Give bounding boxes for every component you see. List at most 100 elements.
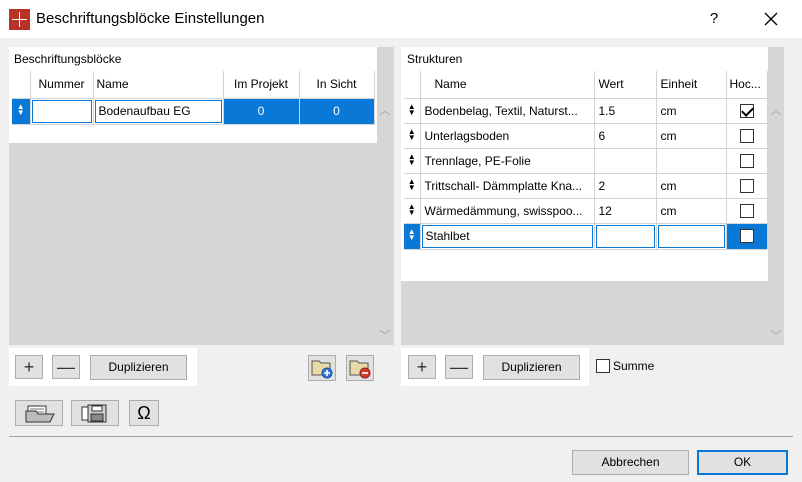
cell-wert[interactable]: 6 (594, 123, 657, 149)
row-drag-handle[interactable]: ▲ ▼ (404, 173, 421, 199)
row-drag-handle[interactable]: ▲ ▼ (404, 198, 421, 224)
table-row[interactable]: ▲ ▼ Bodenbelag, Textil, Naturst... 1.5 cm (404, 98, 768, 124)
col-header-einheit[interactable]: Einheit (656, 71, 727, 99)
summe-checkbox[interactable] (596, 358, 610, 373)
name-field[interactable]: Stahlbet (421, 224, 593, 248)
cell-name[interactable]: Bodenbelag, Textil, Naturst... (420, 98, 595, 124)
sort-header (12, 71, 31, 99)
cell-einheit[interactable] (656, 223, 727, 250)
hoc-checkbox[interactable] (739, 203, 754, 218)
footer-divider (9, 436, 793, 437)
col-header-name[interactable]: Name (93, 71, 224, 99)
cell-name[interactable]: Unterlagsboden (420, 123, 595, 149)
row-drag-handle[interactable]: ▲ ▼ (12, 98, 31, 125)
scroll-down-icon[interactable]: ﹀ (377, 327, 393, 343)
cell-in-sicht: 0 (299, 98, 375, 125)
updown-icon: ▲ ▼ (407, 151, 416, 167)
duplicate-label-button[interactable]: Duplizieren (90, 355, 187, 380)
col-header-im-projekt[interactable]: Im Projekt (223, 71, 300, 99)
title-bar: Beschriftungsblöcke Einstellungen ? (0, 0, 802, 38)
close-button[interactable] (757, 8, 785, 30)
cancel-button[interactable]: Abbrechen (572, 450, 689, 475)
hoc-checkbox[interactable] (739, 128, 754, 143)
cell-hoc[interactable] (726, 223, 768, 250)
summe-option[interactable]: Summe (596, 358, 654, 373)
cell-im-projekt: 0 (223, 98, 300, 125)
updown-icon: ▲ ▼ (407, 101, 416, 117)
cell-wert[interactable] (594, 223, 657, 250)
hoc-checkbox[interactable] (739, 229, 754, 244)
folder-remove-button[interactable] (346, 355, 374, 381)
left-scrollbar[interactable]: ︿ ﹀ (377, 47, 393, 345)
cell-wert[interactable]: 1.5 (594, 98, 657, 124)
cell-hoc[interactable] (726, 198, 768, 224)
cell-name[interactable]: Bodenaufbau EG (93, 98, 224, 125)
cell-wert[interactable]: 12 (594, 198, 657, 224)
col-header-wert[interactable]: Wert (594, 71, 657, 99)
table-row[interactable]: ▲ ▼ Trittschall- Dämmplatte Kna... 2 cm (404, 173, 768, 199)
row-drag-handle[interactable]: ▲ ▼ (404, 223, 421, 250)
scroll-down-icon[interactable]: ﹀ (768, 327, 784, 343)
remove-structure-button[interactable]: — (445, 355, 473, 379)
col-header-nummer[interactable]: Nummer (30, 71, 94, 99)
row-drag-handle[interactable]: ▲ ▼ (404, 98, 421, 124)
table-row[interactable]: ▲ ▼ Stahlbet (404, 223, 768, 250)
help-button[interactable]: ? (700, 8, 728, 30)
cell-wert[interactable]: 2 (594, 173, 657, 199)
table-row[interactable]: ▲ ▼ Unterlagsboden 6 cm (404, 123, 768, 149)
table-row[interactable]: ▲ ▼ Bodenaufbau EG 0 0 (12, 98, 375, 125)
cell-einheit[interactable]: cm (656, 173, 727, 199)
special-character-button[interactable]: Ω (129, 400, 159, 426)
cell-einheit[interactable]: cm (656, 198, 727, 224)
cell-wert[interactable] (594, 148, 657, 174)
remove-label-button[interactable]: — (52, 355, 80, 379)
ok-button[interactable]: OK (697, 450, 788, 475)
einheit-field[interactable] (657, 224, 725, 248)
col-header-name[interactable]: Name (420, 71, 595, 99)
cell-hoc[interactable] (726, 98, 768, 124)
add-label-button[interactable]: + (15, 355, 43, 379)
app-icon (9, 9, 30, 30)
cell-nummer[interactable] (30, 98, 94, 125)
nummer-field[interactable] (31, 99, 92, 123)
folder-add-button[interactable] (308, 355, 336, 381)
row-drag-handle[interactable]: ▲ ▼ (404, 148, 421, 174)
cell-hoc[interactable] (726, 173, 768, 199)
cell-name[interactable]: Wärmedämmung, swisspoo... (420, 198, 595, 224)
hoc-checkbox[interactable] (739, 153, 754, 168)
cell-hoc[interactable] (726, 123, 768, 149)
cell-name[interactable]: Stahlbet (420, 223, 595, 250)
sort-header (404, 71, 421, 99)
row-drag-handle[interactable]: ▲ ▼ (404, 123, 421, 149)
structures-table: Name Wert Einheit Hoc... ▲ ▼ Bodenbelag, … (404, 71, 768, 250)
updown-icon: ▲ ▼ (407, 176, 416, 192)
add-structure-button[interactable]: + (408, 355, 436, 379)
window-title: Beschriftungsblöcke Einstellungen (36, 10, 265, 27)
col-header-hoc[interactable]: Hoc... (726, 71, 768, 99)
table-row[interactable]: ▲ ▼ Trennlage, PE-Folie (404, 148, 768, 174)
labels-table: Nummer Name Im Projekt In Sicht ▲ ▼ Boden… (12, 71, 375, 125)
col-header-in-sicht[interactable]: In Sicht (299, 71, 375, 99)
save-file-button[interactable] (71, 400, 119, 426)
updown-icon: ▲ ▼ (16, 102, 25, 117)
cell-name[interactable]: Trennlage, PE-Folie (420, 148, 595, 174)
name-field[interactable]: Bodenaufbau EG (94, 99, 222, 123)
cell-einheit[interactable]: cm (656, 123, 727, 149)
wert-field[interactable] (595, 224, 655, 248)
right-scrollbar[interactable]: ︿ ﹀ (768, 47, 784, 345)
hoc-checkbox[interactable] (739, 103, 754, 118)
scroll-up-icon[interactable]: ︿ (768, 102, 784, 118)
right-section-title: Strukturen (407, 52, 463, 66)
scroll-up-icon[interactable]: ︿ (377, 102, 393, 118)
cell-name[interactable]: Trittschall- Dämmplatte Kna... (420, 173, 595, 199)
hoc-checkbox[interactable] (739, 178, 754, 193)
updown-icon: ▲ ▼ (407, 201, 416, 217)
cell-einheit[interactable] (656, 148, 727, 174)
folder-add-icon (311, 360, 333, 379)
duplicate-structure-button[interactable]: Duplizieren (483, 355, 580, 380)
open-file-button[interactable] (15, 400, 63, 426)
table-row[interactable]: ▲ ▼ Wärmedämmung, swisspoo... 12 cm (404, 198, 768, 224)
cell-einheit[interactable]: cm (656, 98, 727, 124)
folder-remove-icon (349, 360, 371, 379)
cell-hoc[interactable] (726, 148, 768, 174)
